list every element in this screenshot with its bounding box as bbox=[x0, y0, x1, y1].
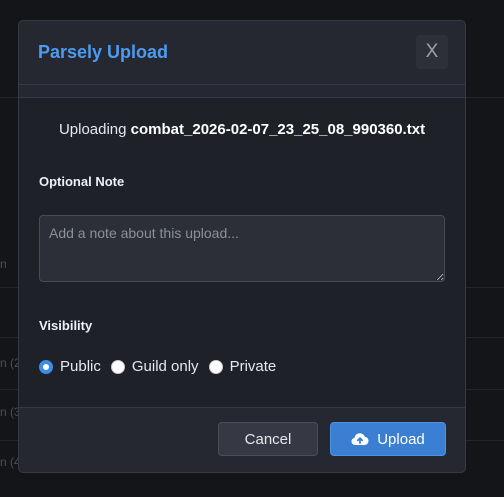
visibility-option-private[interactable]: Private bbox=[208, 358, 277, 375]
upload-filename: combat_2026-02-07_23_25_08_990360.txt bbox=[130, 121, 426, 138]
modal-body: Uploading combat_2026-02-07_23_25_08_990… bbox=[19, 97, 465, 408]
upload-button-label: Upload bbox=[377, 430, 425, 448]
upload-button[interactable]: Upload bbox=[330, 422, 446, 456]
visibility-option-guild-only[interactable]: Guild only bbox=[110, 358, 199, 375]
radio-public[interactable] bbox=[39, 359, 53, 374]
cancel-button[interactable]: Cancel bbox=[218, 422, 318, 456]
uploading-status: Uploading combat_2026-02-07_23_25_08_990… bbox=[19, 121, 465, 138]
visibility-label: Visibility bbox=[39, 318, 93, 333]
radio-label-public: Public bbox=[60, 358, 101, 375]
visibility-radio-group: Public Guild only Private bbox=[39, 358, 286, 375]
note-label: Optional Note bbox=[39, 174, 125, 189]
upload-modal: Parsely Upload X Uploading combat_2026-0… bbox=[18, 20, 466, 473]
radio-private[interactable] bbox=[208, 359, 223, 374]
radio-guild-only[interactable] bbox=[110, 359, 125, 374]
cancel-button-label: Cancel bbox=[244, 430, 292, 448]
close-button[interactable]: X bbox=[416, 35, 448, 69]
note-textarea[interactable] bbox=[39, 215, 445, 282]
visibility-option-public[interactable]: Public bbox=[39, 358, 101, 375]
radio-label-private: Private bbox=[229, 358, 277, 375]
modal-title: Parsely Upload bbox=[38, 42, 169, 62]
radio-label-guild-only: Guild only bbox=[131, 358, 199, 375]
modal-footer: Cancel Upload bbox=[19, 405, 465, 472]
background-text: n bbox=[0, 257, 7, 271]
cloud-upload-icon bbox=[351, 433, 369, 445]
modal-header: Parsely Upload X bbox=[19, 21, 465, 85]
uploading-prefix: Uploading bbox=[58, 121, 127, 138]
